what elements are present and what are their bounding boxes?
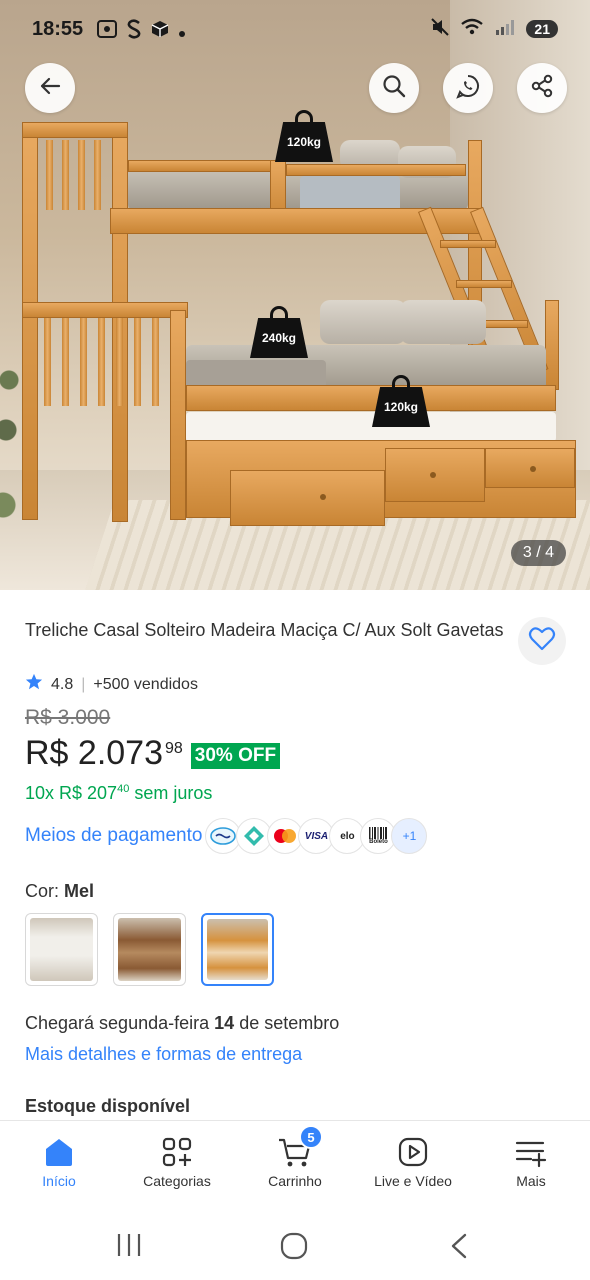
status-notification-icons	[96, 18, 186, 46]
bottom-navigation: Início Categorias 5 Carrinho Live e Víde…	[0, 1120, 590, 1210]
star-icon	[25, 673, 43, 696]
weight-badge-trundle: 120kg	[372, 375, 430, 427]
original-price: R$ 3.000	[25, 706, 111, 729]
menu-icon	[514, 1136, 548, 1171]
product-title: Treliche Casal Solteiro Madeira Maciça C…	[25, 620, 504, 640]
nav-more[interactable]: Mais	[472, 1133, 590, 1189]
nav-cart-label: Carrinho	[268, 1173, 322, 1189]
arrow-left-icon	[37, 73, 63, 104]
back-button[interactable]	[25, 63, 75, 113]
payment-methods-row[interactable]: Meios de pagamento VISA elo Boleto +1	[25, 818, 428, 854]
wifi-icon	[460, 18, 484, 40]
stock-status: Estoque disponível	[25, 1096, 191, 1116]
nav-live-video[interactable]: Live e Vídeo	[354, 1133, 472, 1189]
swatch-mel[interactable]	[201, 913, 274, 986]
system-navigation-bar	[0, 1210, 590, 1280]
image-counter: 3 / 4	[510, 540, 566, 566]
sold-count: +500 vendidos	[93, 675, 198, 693]
nav-home-label: Início	[42, 1173, 76, 1189]
search-button[interactable]	[369, 63, 419, 113]
delivery-day: 14	[214, 1013, 235, 1033]
swatch-mel-image	[207, 919, 268, 980]
rating-separator: |	[81, 675, 86, 693]
swatch-brown-image	[118, 918, 181, 981]
dot-icon	[178, 21, 186, 44]
current-price-cents: 98	[165, 740, 183, 757]
screenshot-icon	[96, 19, 118, 45]
delivery-prefix: Chegará segunda-feira	[25, 1013, 210, 1033]
color-swatches	[25, 913, 274, 986]
app-s-icon	[126, 18, 142, 46]
home-system-button[interactable]	[280, 1232, 308, 1265]
price-row: R$ 2.073 98 30% OFF	[25, 734, 281, 773]
color-label: Cor: Mel	[25, 881, 94, 902]
swatch-white[interactable]	[25, 913, 98, 986]
nav-live-video-label: Live e Vídeo	[374, 1173, 452, 1189]
recent-apps-button[interactable]	[114, 1232, 144, 1263]
installment-cents: 40	[117, 783, 130, 795]
favorite-button[interactable]	[518, 617, 566, 665]
signal-icon	[494, 18, 516, 40]
weight-badge-lower: 240kg	[250, 306, 308, 358]
cart-count-badge: 5	[299, 1125, 323, 1149]
discount-badge: 30% OFF	[190, 743, 281, 769]
nav-home[interactable]: Início	[0, 1133, 118, 1189]
weight-badge-top: 120kg	[275, 110, 333, 162]
delivery-estimate: Chegará segunda-feira 14 de setembro	[25, 1013, 339, 1034]
nav-cart[interactable]: 5 Carrinho	[236, 1125, 354, 1189]
current-price: R$ 2.073	[25, 734, 163, 772]
more-payments-badge[interactable]: +1	[391, 818, 428, 854]
swatch-white-image	[30, 918, 93, 981]
rating-row[interactable]: 4.8 | +500 vendidos	[25, 673, 198, 696]
categories-icon	[161, 1136, 193, 1171]
installment-info: 10x R$ 20740 sem juros	[25, 783, 212, 804]
share-button[interactable]	[517, 63, 567, 113]
status-system-icons: 21	[430, 18, 558, 40]
heart-icon	[528, 626, 556, 657]
share-icon	[529, 73, 555, 104]
nav-categories-label: Categorias	[143, 1173, 211, 1189]
nav-more-label: Mais	[516, 1173, 546, 1189]
color-value: Mel	[64, 881, 95, 901]
rating-value: 4.8	[51, 675, 74, 693]
search-icon	[381, 73, 407, 104]
delivery-suffix: de setembro	[239, 1013, 340, 1033]
app-box-icon	[150, 19, 170, 45]
installment-amount: 10x R$ 207	[25, 783, 118, 803]
whatsapp-icon	[455, 73, 481, 104]
delivery-details-link[interactable]: Mais detalhes e formas de entrega	[25, 1044, 302, 1065]
home-icon	[43, 1136, 75, 1171]
swatch-brown[interactable]	[113, 913, 186, 986]
nav-categories[interactable]: Categorias	[118, 1133, 236, 1189]
status-bar: 18:55 21	[0, 0, 590, 62]
play-icon	[397, 1136, 429, 1171]
product-image[interactable]: 120kg 240kg 120kg 18:55 21 3 / 4	[0, 0, 590, 590]
mute-icon	[430, 18, 450, 40]
color-label-prefix: Cor:	[25, 881, 60, 901]
back-system-button[interactable]	[448, 1232, 470, 1265]
whatsapp-share-button[interactable]	[443, 63, 493, 113]
installment-terms: sem juros	[134, 783, 213, 803]
battery-icon: 21	[526, 20, 558, 38]
status-time: 18:55	[32, 18, 84, 40]
payment-methods-link[interactable]: Meios de pagamento	[25, 825, 202, 847]
boleto-label: Boleto	[369, 839, 388, 845]
